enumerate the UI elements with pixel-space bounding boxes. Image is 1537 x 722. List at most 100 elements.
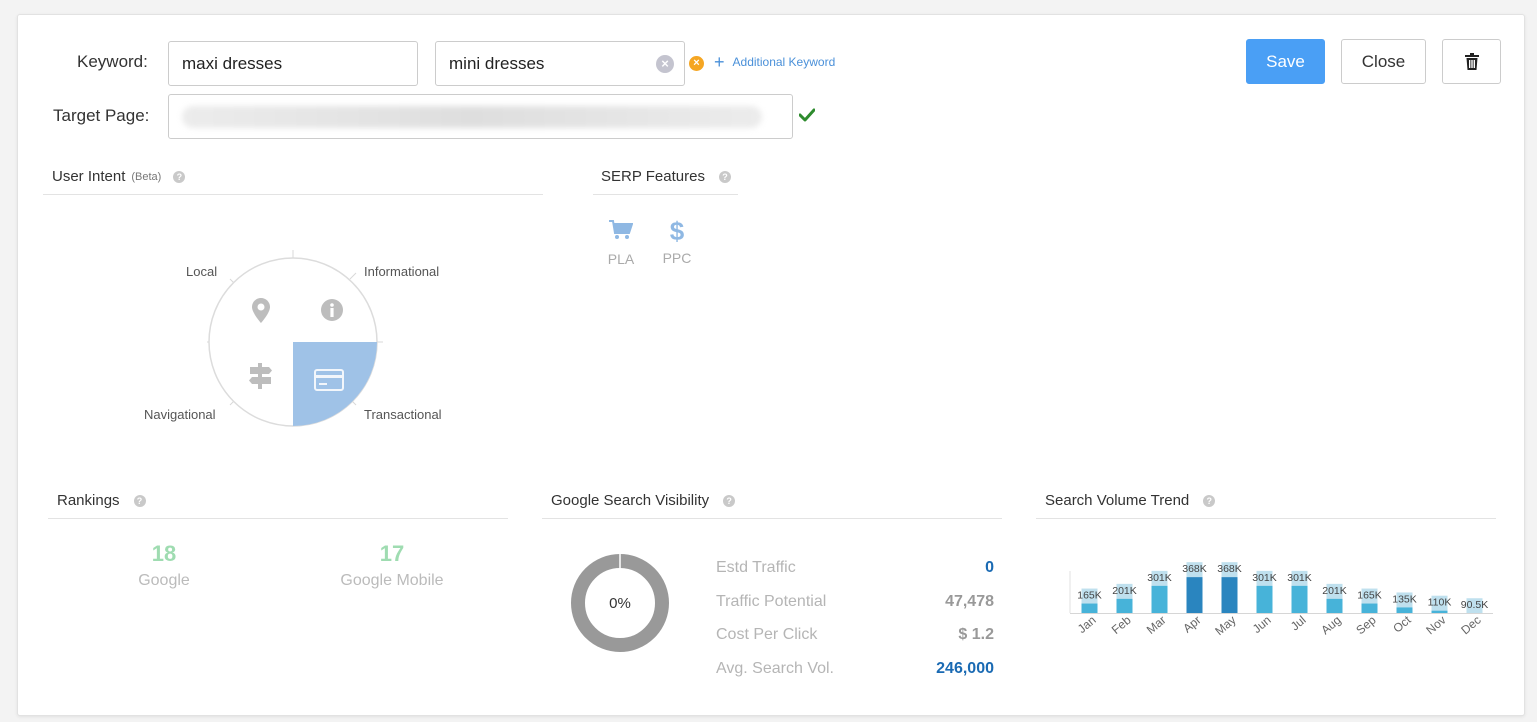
trash-icon	[1464, 53, 1479, 70]
divider	[542, 518, 1002, 519]
save-button[interactable]: Save	[1246, 39, 1325, 84]
stat-label: Traffic Potential	[716, 592, 827, 610]
x-tick-label: Jan	[1075, 613, 1099, 636]
target-page-input[interactable]	[168, 94, 793, 139]
intent-local: Local	[186, 264, 218, 279]
bar	[1116, 598, 1133, 613]
plus-icon: +	[714, 52, 725, 72]
bar-value-label: 90.5K	[1461, 599, 1488, 611]
stat-value: 0	[985, 559, 994, 576]
bar-value-label: 201K	[1112, 585, 1137, 597]
divider	[48, 518, 508, 519]
blurred-url	[182, 105, 762, 128]
bar	[1221, 577, 1238, 613]
x-tick-label: Feb	[1109, 613, 1134, 637]
x-tick-label: Jul	[1288, 613, 1309, 634]
bar-value-label: 201K	[1322, 585, 1347, 597]
bar-value-label: 135K	[1392, 593, 1417, 605]
user-intent-title: User Intent (Beta) ?	[52, 168, 186, 185]
delete-button[interactable]	[1442, 39, 1501, 84]
dollar-icon: $	[669, 216, 685, 246]
bar-value-label: 165K	[1357, 590, 1382, 602]
bar	[1361, 603, 1378, 613]
intent-navigational: Navigational	[144, 407, 216, 422]
bar-value-label: 110K	[1428, 597, 1452, 609]
bar	[1326, 598, 1343, 613]
bar-value-label: 165K	[1077, 590, 1102, 602]
remove-keyword-icon[interactable]: ×	[689, 56, 704, 71]
keyword-input-2-value: mini dresses	[449, 53, 545, 73]
search-volume-title-text: Search Volume Trend	[1045, 492, 1190, 509]
help-icon[interactable]: ?	[718, 170, 731, 183]
search-volume-title: Search Volume Trend ?	[1045, 492, 1216, 509]
serp-features-title: SERP Features ?	[601, 168, 731, 185]
bar	[1291, 585, 1308, 613]
rankings-title-text: Rankings	[57, 492, 120, 509]
rankings-title: Rankings ?	[57, 492, 146, 509]
mobile-rank-value: 17	[379, 541, 405, 566]
visibility-title-text: Google Search Visibility	[551, 492, 710, 509]
x-tick-label: Nov	[1423, 613, 1448, 637]
stat-label: Avg. Search Vol.	[716, 659, 834, 677]
help-icon[interactable]: ?	[173, 170, 186, 183]
keyword-detail-panel: Keyword: maxi dresses mini dresses × × +…	[17, 14, 1525, 716]
serp-feature-label: PLA	[607, 251, 635, 267]
target-page-label: Target Page:	[53, 106, 150, 125]
google-rank-value: 18	[151, 541, 177, 566]
x-tick-label: Sep	[1353, 613, 1379, 638]
help-icon[interactable]: ?	[1203, 494, 1216, 507]
stat-value: 47,478	[945, 592, 994, 610]
intent-transactional: Transactional	[364, 407, 442, 422]
beta-badge: (Beta)	[131, 170, 162, 183]
x-tick-label: Dec	[1458, 613, 1483, 637]
help-icon[interactable]: ?	[723, 494, 736, 507]
divider	[593, 194, 738, 195]
x-tick-label: Apr	[1180, 613, 1203, 636]
keyword-input-1[interactable]: maxi dresses	[168, 41, 418, 86]
bar	[1081, 603, 1098, 613]
help-icon[interactable]: ?	[133, 494, 146, 507]
visibility-percent: 0%	[609, 595, 631, 612]
x-tick-label: Aug	[1318, 613, 1343, 637]
bar	[1396, 607, 1413, 613]
divider	[43, 194, 543, 195]
intent-wheel	[207, 250, 383, 427]
x-tick-label: Oct	[1390, 612, 1414, 635]
bar	[1151, 585, 1168, 613]
x-tick-label: Jun	[1250, 613, 1274, 636]
keyword-input-2[interactable]: mini dresses ×	[435, 41, 685, 86]
bar-value-label: 301K	[1252, 572, 1277, 584]
bar-value-label: 368K	[1182, 563, 1207, 575]
bar-value-label: 301K	[1287, 572, 1312, 584]
search-volume-chart: 165K Jan 201K Feb 301K Mar 368K Apr 368K May 301K J…	[1069, 562, 1493, 638]
bar	[1256, 585, 1273, 613]
serp-feature-ppc: $ PPC	[659, 218, 695, 266]
x-tick-label: Mar	[1144, 613, 1169, 637]
visibility-title: Google Search Visibility ?	[551, 492, 736, 509]
info-icon	[321, 299, 343, 321]
stat-label: Estd Traffic	[716, 559, 796, 576]
user-intent-title-text: User Intent	[52, 168, 126, 185]
bar-value-label: 368K	[1217, 563, 1242, 575]
additional-keyword-link[interactable]: + Additional Keyword	[714, 53, 835, 71]
close-button[interactable]: Close	[1341, 39, 1426, 84]
bar	[1186, 577, 1203, 613]
x-tick-label: May	[1212, 613, 1238, 638]
serp-feature-label: PPC	[662, 250, 692, 266]
additional-keyword-label: Additional Keyword	[732, 55, 836, 69]
stat-label: Cost Per Click	[716, 626, 818, 643]
mobile-rank-label: Google Mobile	[340, 572, 444, 589]
serp-features-title-text: SERP Features	[601, 168, 705, 185]
check-icon	[799, 108, 815, 122]
google-rank-label: Google	[138, 572, 190, 589]
stat-value: 246,000	[936, 659, 994, 677]
divider	[1036, 518, 1496, 519]
clear-keyword-icon[interactable]: ×	[656, 55, 674, 73]
serp-feature-pla: PLA	[603, 220, 639, 267]
stat-value: $ 1.2	[958, 626, 994, 643]
keyword-label: Keyword:	[77, 52, 148, 71]
cart-icon	[609, 220, 634, 239]
bar-value-label: 301K	[1147, 572, 1172, 584]
intent-informational: Informational	[364, 264, 440, 279]
bar	[1431, 610, 1448, 613]
